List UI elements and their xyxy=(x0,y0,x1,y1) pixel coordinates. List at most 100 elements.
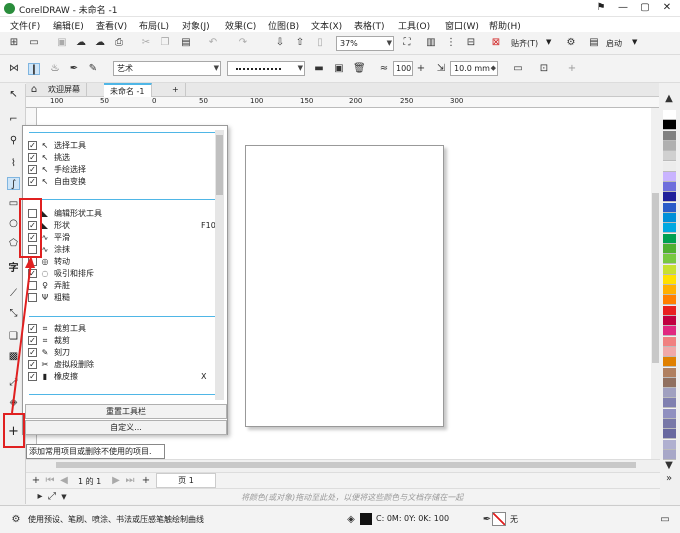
color-swatch[interactable] xyxy=(663,449,676,460)
brush-mode-icon[interactable]: ⋈ xyxy=(8,63,20,75)
print-icon[interactable]: ⎙ xyxy=(113,37,125,49)
color-swatch[interactable] xyxy=(663,367,676,378)
menu-bitmap[interactable]: 位图(B) xyxy=(268,19,299,32)
menu-layout[interactable]: 布局(L) xyxy=(139,19,169,32)
menu-tools[interactable]: 工具(O) xyxy=(398,19,430,32)
cloud-upload-icon[interactable]: ☁ xyxy=(75,37,87,49)
launch-label[interactable]: 启动 xyxy=(606,38,622,49)
color-swatch[interactable] xyxy=(663,233,676,244)
checkbox[interactable]: ✓ xyxy=(28,177,37,186)
color-swatch[interactable] xyxy=(663,326,676,337)
color-swatch[interactable] xyxy=(663,429,676,440)
scroll-thumb[interactable] xyxy=(56,462,636,468)
palette-expand-icon[interactable]: » xyxy=(663,473,675,485)
horizontal-ruler[interactable]: 100 50 0 50 100 150 200 250 300 xyxy=(26,97,659,108)
artistic-media-icon[interactable]: ∫ xyxy=(7,177,20,190)
open-folder-icon[interactable]: ▭ xyxy=(28,37,40,49)
menu-help[interactable]: 帮助(H) xyxy=(489,19,521,32)
next-page-icon[interactable]: ▶ xyxy=(110,475,122,487)
menu-edit[interactable]: 编辑(E) xyxy=(53,19,84,32)
freehand-tool-icon[interactable]: ⌇ xyxy=(7,157,20,170)
menu-text[interactable]: 文本(X) xyxy=(311,19,342,32)
color-swatch[interactable] xyxy=(663,213,676,223)
new-document-icon[interactable]: ⊞ xyxy=(8,37,20,49)
pressure-icon[interactable]: ✎ xyxy=(87,63,99,75)
page-width-icon[interactable]: ▥ xyxy=(425,37,437,49)
tool-list-item[interactable]: ✓ ◌ 吸引和排斥 xyxy=(23,268,223,280)
tool-list-item[interactable]: ✓ ▮ 橡皮擦 X xyxy=(23,371,223,383)
color-swatch[interactable] xyxy=(663,130,676,141)
sprayer-icon[interactable]: ♨ xyxy=(49,63,61,75)
color-swatch[interactable] xyxy=(663,357,676,368)
prev-page-icon[interactable]: ◀ xyxy=(58,475,70,487)
color-swatch[interactable] xyxy=(663,295,676,306)
smoothing-icon[interactable]: ≈ xyxy=(378,63,390,75)
menu-table[interactable]: 表格(T) xyxy=(354,19,385,32)
plus-icon[interactable]: + xyxy=(415,63,427,75)
color-swatch[interactable] xyxy=(663,151,676,162)
customize-button[interactable]: 自定义... xyxy=(25,420,227,435)
eyedropper-icon[interactable]: ⤢ xyxy=(46,491,58,503)
full-screen-icon[interactable]: ⛶ xyxy=(401,37,413,49)
menu-effects[interactable]: 效果(C) xyxy=(225,19,256,32)
checkbox[interactable]: ✓ xyxy=(28,141,37,150)
first-page-icon[interactable]: ⏮ xyxy=(44,475,56,487)
fill-bucket-icon[interactable]: ◈ xyxy=(345,514,357,526)
color-swatch[interactable] xyxy=(663,264,676,275)
monitor-icon[interactable]: ▭ xyxy=(659,514,671,526)
color-swatch[interactable] xyxy=(663,398,676,409)
fill-swatch[interactable] xyxy=(360,513,372,525)
width-icon[interactable]: ⇲ xyxy=(435,63,447,75)
minimize-button[interactable]: — xyxy=(612,1,634,15)
tool-list-item[interactable]: ✓ ⌗ 裁剪工具 xyxy=(23,323,223,335)
last-page-icon[interactable]: ⏭ xyxy=(124,475,136,487)
horizontal-scrollbar[interactable] xyxy=(26,459,660,470)
expand-arrow-icon[interactable]: ▸ xyxy=(34,491,46,503)
pdf-icon[interactable]: ▯ xyxy=(314,37,326,49)
browse-folder-icon[interactable]: ▬ xyxy=(313,63,325,75)
tool-list-item[interactable]: ✓ ∿ 平滑 xyxy=(23,232,223,244)
menu-file[interactable]: 文件(F) xyxy=(10,19,40,32)
color-swatch[interactable] xyxy=(663,254,676,265)
gear-icon[interactable]: ⚙ xyxy=(10,514,22,526)
save-stroke-icon[interactable]: ▣ xyxy=(333,63,345,75)
launch-icon[interactable]: ▤ xyxy=(588,37,600,49)
color-swatch[interactable] xyxy=(663,192,676,203)
color-swatch[interactable] xyxy=(663,388,676,399)
color-swatch[interactable] xyxy=(663,171,676,182)
document-page[interactable] xyxy=(245,145,444,427)
color-swatch[interactable] xyxy=(663,305,676,316)
stroke-preview-select[interactable]: ▼ xyxy=(227,61,305,76)
zoom-tool-icon[interactable]: ⚲ xyxy=(7,134,20,147)
checkbox[interactable]: ✓ xyxy=(28,153,37,162)
cloud-download-icon[interactable]: ☁ xyxy=(94,37,106,49)
zoom-field[interactable]: 37% ▼ xyxy=(336,36,394,51)
save-icon[interactable]: ▣ xyxy=(56,37,68,49)
restore-button[interactable]: ▢ xyxy=(634,1,656,15)
color-swatch[interactable] xyxy=(663,274,676,285)
close-button[interactable]: ✕ xyxy=(656,1,678,15)
color-swatch[interactable] xyxy=(663,377,676,388)
menu-window[interactable]: 窗口(W) xyxy=(445,19,479,32)
account-icon[interactable]: ⚑ xyxy=(590,1,612,15)
reset-toolbar-button[interactable]: 重置工具栏 xyxy=(25,404,227,419)
page-tab[interactable]: 页 1 xyxy=(156,473,216,488)
tool-list-item[interactable]: ✓ ↖ 选择工具 xyxy=(23,140,223,152)
paste-icon[interactable]: ▤ xyxy=(180,37,192,49)
popup-scrollbar[interactable] xyxy=(215,130,224,400)
tool-list-item[interactable]: ✓ ↖ 自由变换 xyxy=(23,176,223,188)
color-swatch[interactable] xyxy=(663,182,676,193)
tool-list-item[interactable]: ♀ 弄脏 xyxy=(23,280,223,292)
menu-object[interactable]: 对象(J) xyxy=(182,19,210,32)
color-swatch[interactable] xyxy=(663,120,676,131)
artistic-brush-icon[interactable]: ❙ xyxy=(28,63,40,75)
tool-list-item[interactable]: Ψ 粗糙 xyxy=(23,292,223,304)
tool-list-item[interactable]: ✓ ⌗ 裁剪 xyxy=(23,335,223,347)
tool-list-item[interactable]: ◎ 转动 xyxy=(23,256,223,268)
tool-list-item[interactable]: ✓ ✂ 虚拟段删除 xyxy=(23,359,223,371)
calligraphy-icon[interactable]: ✒ xyxy=(68,63,80,75)
shape-tool-icon[interactable]: ⌐ xyxy=(7,113,20,126)
checkbox[interactable]: ✓ xyxy=(28,165,37,174)
tool-list-item[interactable]: ∿ 涂抹 xyxy=(23,244,223,256)
color-swatch[interactable] xyxy=(663,223,676,234)
